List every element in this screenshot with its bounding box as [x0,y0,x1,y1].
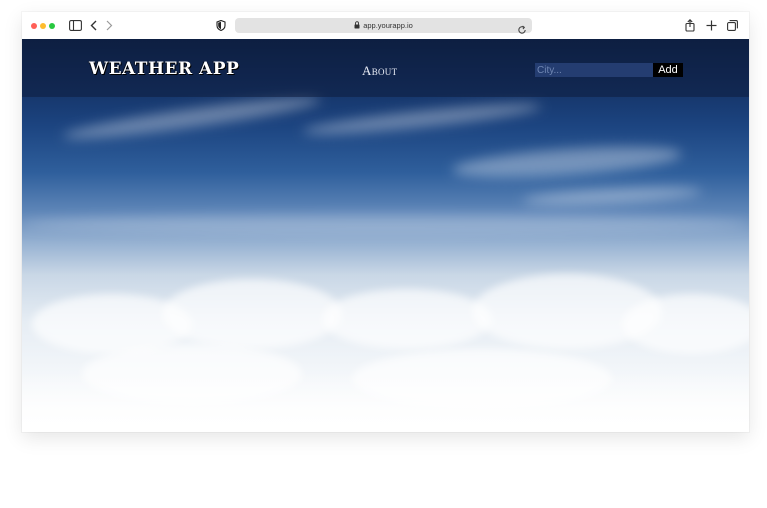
nav-link-about[interactable]: About [362,63,397,79]
forward-arrow-icon[interactable] [104,18,114,33]
address-bar[interactable]: app.yourapp.io [235,18,532,34]
app-brand-title[interactable]: WEATHER APP [89,59,239,79]
back-arrow-icon[interactable] [88,18,98,33]
url-text: app.yourapp.io [363,21,413,30]
plus-icon[interactable] [705,18,717,33]
maximize-window-button[interactable] [49,23,55,29]
city-search-input[interactable] [535,63,655,77]
sidebar-icon[interactable] [68,18,82,33]
add-city-button[interactable]: Add [653,63,683,77]
lock-icon [354,21,360,29]
url-display: app.yourapp.io [235,18,532,33]
close-window-button[interactable] [31,23,37,29]
minimize-window-button[interactable] [40,23,46,29]
weather-page: WEATHER APP About Add [22,39,749,432]
tabs-icon[interactable] [726,18,738,33]
reload-icon[interactable] [517,20,528,34]
share-icon[interactable] [684,18,696,33]
browser-window: app.yourapp.io WEATHER APP About City...… [22,12,749,432]
browser-toolbar: app.yourapp.io [22,12,749,40]
app-navbar: WEATHER APP About Add [22,39,749,97]
shield-icon[interactable] [215,18,227,33]
